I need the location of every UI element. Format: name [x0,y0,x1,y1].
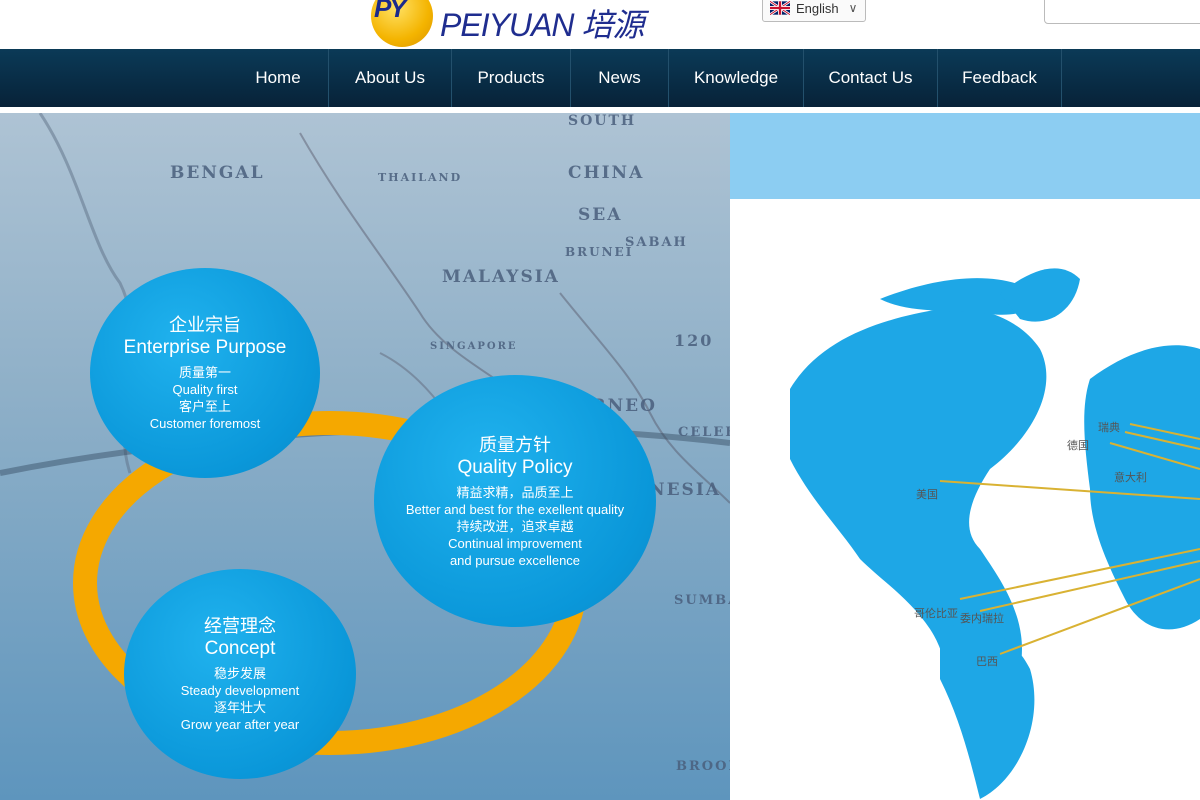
purpose-line: 质量第一 [178,365,231,380]
language-label: English [796,0,839,16]
hero-banner-right: 德国 瑞典 美国 哥伦比亚 委内瑞拉 巴西 意大利 [730,113,1200,800]
policy-title-en: Quality Policy [457,456,573,478]
nav-about-us-label: About Us [355,68,425,87]
language-selector[interactable]: English ∨ [762,0,866,22]
map-word-thailand: THAILAND [378,171,463,184]
map-label-germany: 德国 [1067,440,1089,452]
policy-line: Better and best for the exellent quality [405,501,625,517]
nav-knowledge[interactable]: Knowledge [669,49,804,107]
logo-mark: PY [368,0,438,47]
policy-line: 精益求精，品质至上 [456,484,574,500]
map-word-broome: BROOME [676,759,730,774]
nav-home-label: Home [255,68,301,87]
policy-title-cn: 质量方针 [479,434,551,455]
circle-concept: 经营理念 Concept 稳步发展 Steady development 逐年壮… [124,569,356,779]
map-word-singapore: SINGAPORE [430,341,518,352]
map-label-brazil: 巴西 [976,656,998,668]
map-word-south: SOUTH [568,113,637,129]
map-label-colombia: 哥伦比亚 [914,608,958,620]
purpose-line: Customer foremost [149,416,261,431]
map-word-120: 120 [674,331,714,350]
policy-line: and pursue excellence [449,552,581,568]
map-word-malaysia: MALAYSIA [442,267,560,287]
purpose-title-en: Enterprise Purpose [123,337,287,358]
main-nav: Home About Us Products News Knowledge Co… [0,49,1200,107]
nav-news-label: News [598,68,641,87]
concept-line: Steady development [180,683,300,698]
map-word-sumba: SUMBA [674,593,730,608]
map-word-bengal: BENGAL [170,163,265,183]
map-label-italy: 意大利 [1114,472,1147,484]
nav-products[interactable]: Products [452,49,571,107]
concept-title-en: Concept [204,638,276,659]
search-input[interactable] [1044,0,1200,24]
nav-contact-us-label: Contact Us [828,68,913,87]
site-logo[interactable]: PY PEIYUAN 培源 [368,0,644,48]
concept-line: 逐年壮大 [213,700,266,715]
logo-py: PY [374,0,407,23]
top-bar: PY PEIYUAN 培源 English ∨ [0,0,1200,48]
policy-line: Continual improvement [448,535,582,551]
nav-about-us[interactable]: About Us [329,49,452,107]
map-label-venezuela: 委内瑞拉 [960,613,1004,625]
map-word-brunei: BRUNEI [565,245,634,259]
circle-quality-policy: 质量方针 Quality Policy 精益求精，品质至上 Better and… [374,375,656,627]
nav-home[interactable]: Home [228,49,329,107]
concept-title-cn: 经营理念 [204,616,276,636]
purpose-title-cn: 企业宗旨 [169,315,241,335]
hero-banner-left: BENGAL CHINA SEA MALAYSIA BORNEO INDONES… [0,113,730,800]
concept-line: 稳步发展 [213,666,266,681]
policy-line: 持续改进，追求卓越 [456,518,574,534]
purpose-line: 客户至上 [178,399,231,414]
map-word-celebes: CELEBES [678,425,730,440]
nav-feedback-label: Feedback [962,68,1037,87]
circle-enterprise-purpose: 企业宗旨 Enterprise Purpose 质量第一 Quality fir… [90,268,320,478]
nav-contact-us[interactable]: Contact Us [804,49,938,107]
chevron-down-icon: ∨ [848,1,858,15]
nav-knowledge-label: Knowledge [693,68,779,87]
uk-flag-icon [770,1,790,15]
map-label-sweden: 瑞典 [1098,422,1120,434]
map-word-sea: SEA [578,205,623,225]
logo-text: PEIYUAN 培源 [440,7,644,43]
map-word-china: CHINA [568,163,645,183]
purpose-line: Quality first [172,382,238,397]
nav-products-label: Products [477,68,545,87]
nav-news[interactable]: News [571,49,669,107]
light-blue-band [730,113,1200,199]
map-word-sabah: SABAH [625,235,688,250]
nav-feedback[interactable]: Feedback [938,49,1062,107]
world-map-graphic [790,268,1200,799]
concept-line: Grow year after year [180,717,300,732]
map-label-usa: 美国 [916,489,938,501]
